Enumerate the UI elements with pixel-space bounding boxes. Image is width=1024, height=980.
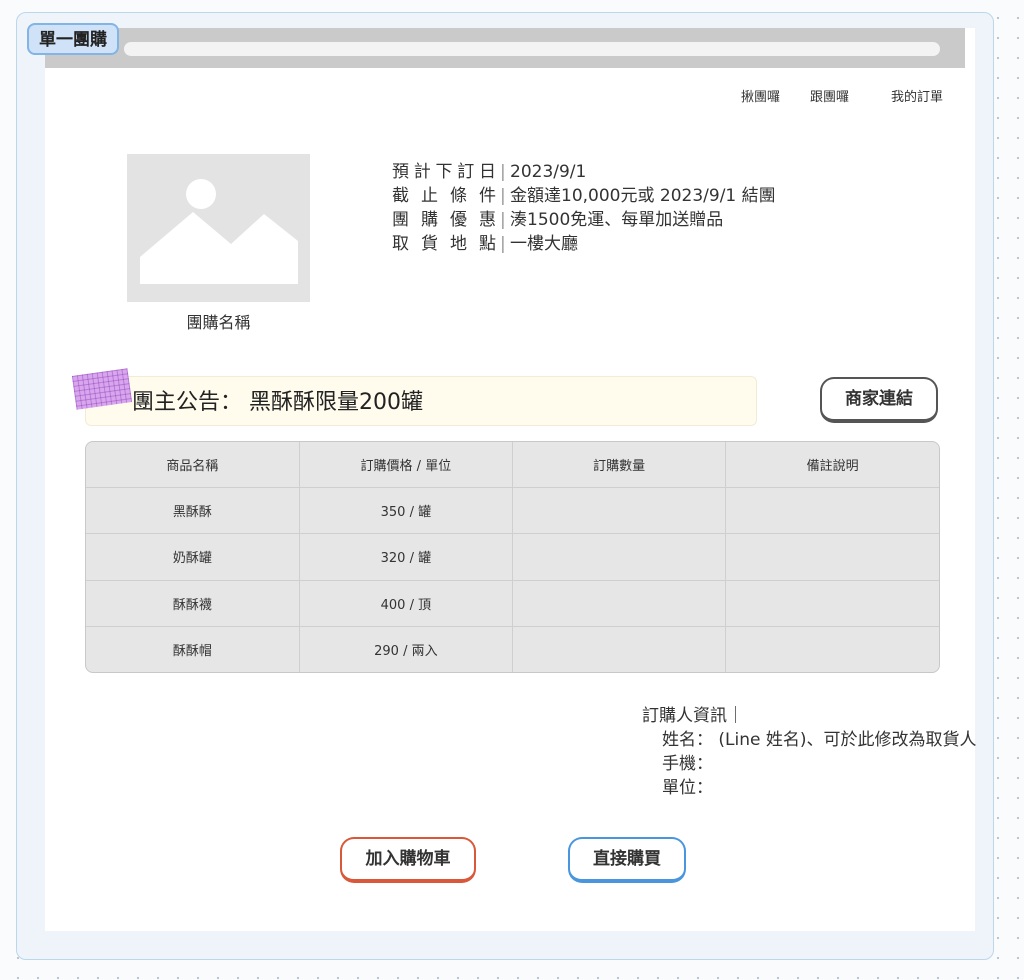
buyer-unit-field[interactable]: 單位： — [642, 776, 977, 800]
product-name-cell: 酥酥襪 — [86, 580, 300, 628]
info-label: 預計下訂日 — [392, 162, 496, 182]
buyer-phone-field[interactable]: 手機： — [642, 752, 977, 776]
product-name-cell: 酥酥帽 — [86, 626, 300, 672]
buyer-info-title: 訂購人資訊｜ — [642, 706, 744, 726]
price-cell: 350 / 罐 — [299, 487, 514, 535]
table-row: 酥酥襪 400 / 頂 — [86, 580, 939, 628]
search-bar[interactable] — [124, 42, 940, 56]
note-cell[interactable] — [725, 580, 939, 628]
info-value: 一樓大廳 — [510, 234, 578, 254]
info-row-order-date: 預計下訂日 | 2023/9/1 — [392, 160, 776, 184]
table-row: 酥酥帽 290 / 兩入 — [86, 626, 939, 672]
column-header: 備註說明 — [725, 442, 939, 488]
quantity-cell[interactable] — [512, 626, 727, 672]
info-label: 取貨地點 — [392, 234, 496, 254]
buy-now-button[interactable]: 直接購買 — [568, 837, 686, 883]
group-info: 預計下訂日 | 2023/9/1 截止條件 | 金額達10,000元或 2023… — [392, 160, 776, 256]
product-name-cell: 奶酥罐 — [86, 533, 300, 581]
notice-text: 團主公告： 黑酥酥限量200罐 — [132, 390, 423, 415]
table-header-row: 商品名稱 訂購價格 / 單位 訂購數量 備註說明 — [86, 442, 939, 488]
quantity-cell[interactable] — [512, 487, 727, 535]
info-separator: | — [500, 234, 506, 254]
info-value: 湊1500免運、每單加送贈品 — [510, 210, 724, 230]
info-row-discount: 團購優惠 | 湊1500免運、每單加送贈品 — [392, 208, 776, 232]
quantity-cell[interactable] — [512, 580, 727, 628]
nav-my-orders[interactable]: 我的訂單 — [891, 86, 943, 105]
info-row-deadline: 截止條件 | 金額達10,000元或 2023/9/1 結團 — [392, 184, 776, 208]
info-separator: | — [500, 210, 506, 230]
image-placeholder-icon — [140, 179, 298, 284]
note-cell[interactable] — [726, 627, 939, 672]
buyer-name-field[interactable]: 姓名： (Line 姓名)、可於此修改為取貨人 — [642, 728, 977, 752]
product-image-placeholder — [127, 154, 310, 302]
product-name-cell: 黑酥酥 — [86, 487, 300, 535]
column-header: 訂購價格 / 單位 — [299, 442, 514, 488]
note-cell[interactable] — [725, 487, 939, 535]
buyer-info: 訂購人資訊｜ 姓名： (Line 姓名)、可於此修改為取貨人 手機： 單位： — [642, 704, 977, 800]
nav-start-group[interactable]: 揪團囉 — [741, 86, 780, 105]
info-label: 截止條件 — [392, 186, 496, 206]
table-row: 奶酥罐 320 / 罐 — [86, 533, 939, 581]
nav-join-group[interactable]: 跟團囉 — [810, 86, 849, 105]
merchant-link-button[interactable]: 商家連結 — [820, 377, 938, 423]
table-row: 黑酥酥 350 / 罐 — [86, 487, 939, 535]
info-label: 團購優惠 — [392, 210, 496, 230]
product-name: 團購名稱 — [186, 313, 251, 332]
add-to-cart-button[interactable]: 加入購物車 — [340, 837, 476, 883]
frame-label: 單一團購 — [27, 23, 119, 55]
price-cell: 290 / 兩入 — [299, 626, 514, 672]
price-cell: 400 / 頂 — [299, 580, 514, 628]
info-row-pickup: 取貨地點 | 一樓大廳 — [392, 232, 776, 256]
price-cell: 320 / 罐 — [299, 533, 514, 581]
column-header: 商品名稱 — [86, 442, 300, 488]
info-value: 2023/9/1 — [510, 162, 587, 182]
column-header: 訂購數量 — [512, 442, 727, 488]
product-table: 商品名稱 訂購價格 / 單位 訂購數量 備註說明 黑酥酥 350 / 罐 奶酥罐… — [85, 441, 940, 673]
info-value: 金額達10,000元或 2023/9/1 結團 — [510, 186, 776, 206]
info-separator: | — [500, 162, 506, 182]
info-separator: | — [500, 186, 506, 206]
note-cell[interactable] — [725, 533, 939, 581]
quantity-cell[interactable] — [512, 533, 727, 581]
